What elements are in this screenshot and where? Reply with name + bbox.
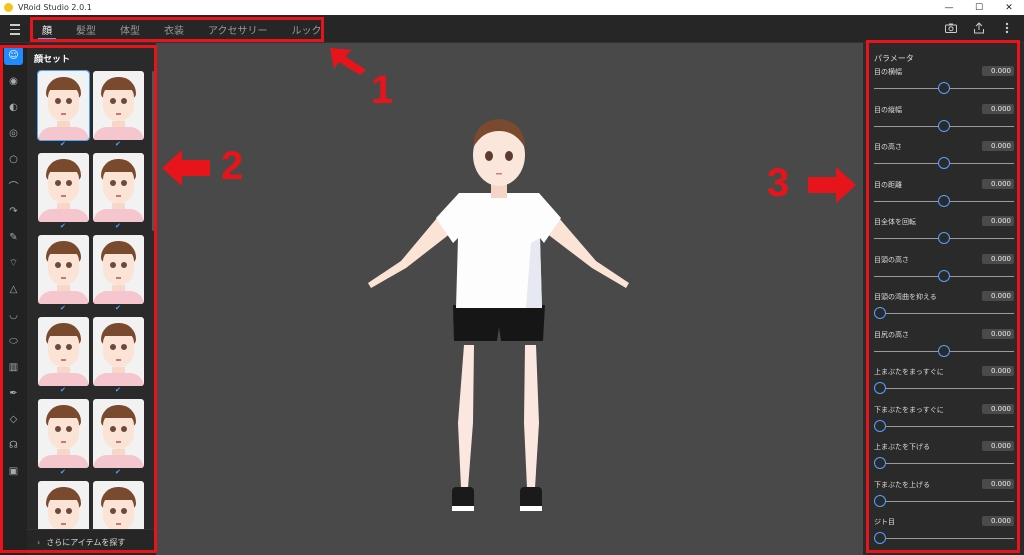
app-logo-icon [4,3,13,12]
window-title: VRoid Studio 2.0.1 [18,3,92,12]
maximize-button[interactable]: ☐ [964,0,994,15]
annotation-arrow-3-icon [808,167,856,203]
annotation-box-2 [0,45,157,553]
annotation-number-3: 3 [767,161,790,205]
annotation-arrow-2-icon [162,150,210,186]
annotation-arrow-1-icon [330,48,366,75]
top-actions [944,20,1014,36]
app-window: VRoid Studio 2.0.1 — ☐ ✕ 顔 髪型 体型 衣装 アクセサ… [0,0,1024,555]
avatar-model [368,119,629,511]
annotation-number-1: 1 [371,68,394,112]
export-icon[interactable] [972,20,986,36]
hamburger-menu-icon[interactable] [7,21,23,37]
annotation-box-1 [30,17,324,42]
window-controls: — ☐ ✕ [934,0,1024,15]
minimize-button[interactable]: — [934,0,964,15]
close-button[interactable]: ✕ [994,0,1024,15]
3d-viewport[interactable] [156,43,863,555]
annotation-number-2: 2 [221,144,244,188]
title-bar: VRoid Studio 2.0.1 — ☐ ✕ [0,0,1024,15]
annotation-box-3 [866,40,1020,553]
more-vert-icon[interactable] [1000,20,1014,36]
camera-icon[interactable] [944,20,958,36]
